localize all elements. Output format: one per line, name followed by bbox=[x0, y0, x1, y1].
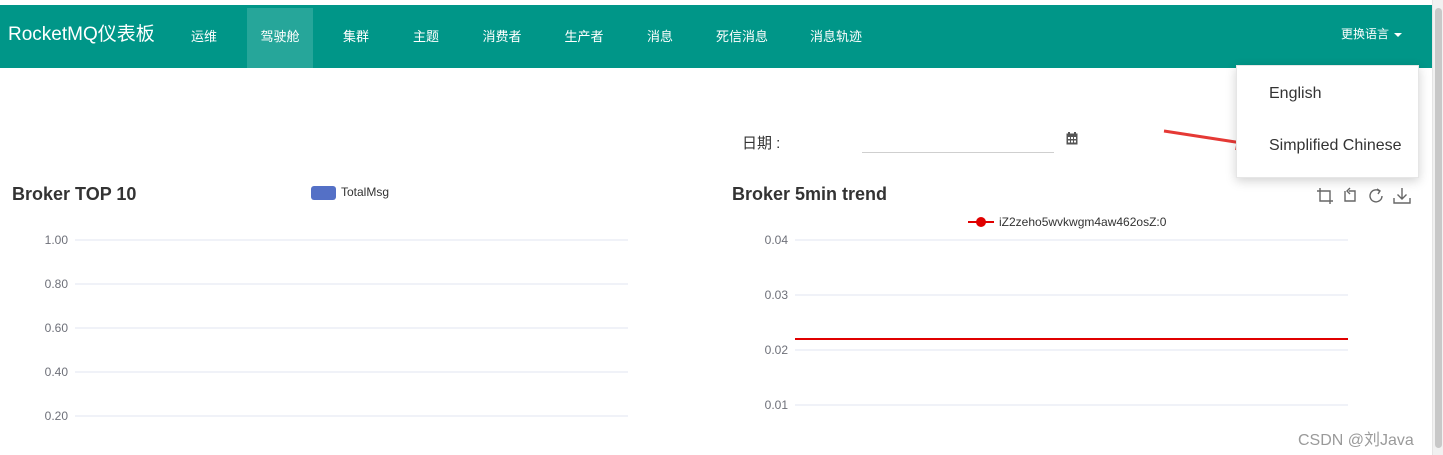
y-tick-label: 1.00 bbox=[45, 233, 69, 247]
y-tick-label: 0.02 bbox=[765, 343, 789, 357]
app-brand[interactable]: RocketMQ仪表板 bbox=[8, 5, 155, 68]
caret-down-icon bbox=[1394, 32, 1403, 37]
nav-item-message-trace[interactable]: 消息轨迹 bbox=[807, 8, 865, 68]
nav-item-producer[interactable]: 生产者 bbox=[561, 8, 607, 68]
top-navbar: RocketMQ仪表板 运维 驾驶舱 集群 主题 消费者 生产者 消息 死信消息… bbox=[0, 5, 1432, 68]
broker-trend-chart: 0.04 0.03 0.02 0.01 bbox=[765, 233, 1348, 412]
nav-item-consumer[interactable]: 消费者 bbox=[479, 8, 525, 68]
nav-item-topic[interactable]: 主题 bbox=[408, 8, 444, 68]
legend-label-totalmsg[interactable]: TotalMsg bbox=[341, 185, 389, 199]
broker-top10-title: Broker TOP 10 bbox=[12, 184, 137, 204]
restore-icon[interactable] bbox=[1367, 187, 1385, 205]
scrollbar-thumb[interactable] bbox=[1435, 8, 1442, 448]
calendar-icon[interactable] bbox=[1066, 132, 1078, 145]
y-tick-label: 0.20 bbox=[45, 409, 69, 423]
zoom-reset-icon[interactable] bbox=[1341, 187, 1359, 205]
language-toggle[interactable]: 更换语言 bbox=[1341, 5, 1403, 68]
y-tick-label: 0.03 bbox=[765, 288, 789, 302]
nav-item-message[interactable]: 消息 bbox=[642, 8, 678, 68]
nav-item-ops[interactable]: 运维 bbox=[186, 8, 222, 68]
broker-trend-title: Broker 5min trend bbox=[732, 184, 888, 204]
nav-item-dlq-message[interactable]: 死信消息 bbox=[713, 8, 771, 68]
y-tick-label: 0.01 bbox=[765, 398, 789, 412]
legend-swatch-totalmsg[interactable] bbox=[311, 186, 336, 200]
broker-top10-chart: 1.00 0.80 0.60 0.40 0.20 bbox=[45, 233, 628, 423]
save-image-icon[interactable] bbox=[1393, 187, 1411, 205]
date-input[interactable] bbox=[862, 128, 1054, 153]
nav-item-dashboard[interactable]: 驾驶舱 bbox=[247, 8, 313, 68]
y-tick-label: 0.40 bbox=[45, 365, 69, 379]
y-tick-label: 0.04 bbox=[765, 233, 789, 247]
page-scrollbar[interactable] bbox=[1432, 0, 1443, 455]
y-tick-label: 0.60 bbox=[45, 321, 69, 335]
language-toggle-label: 更换语言 bbox=[1341, 27, 1390, 41]
date-label: 日期 : bbox=[742, 135, 781, 152]
watermark: CSDN @刘Java bbox=[1298, 432, 1414, 449]
y-tick-label: 0.80 bbox=[45, 277, 69, 291]
nav-item-cluster[interactable]: 集群 bbox=[338, 8, 374, 68]
language-option-english[interactable]: English bbox=[1269, 85, 1321, 103]
zoom-icon[interactable] bbox=[1316, 187, 1334, 205]
language-dropdown: English Simplified Chinese bbox=[1236, 65, 1419, 178]
language-option-simplified-chinese[interactable]: Simplified Chinese bbox=[1269, 137, 1402, 155]
